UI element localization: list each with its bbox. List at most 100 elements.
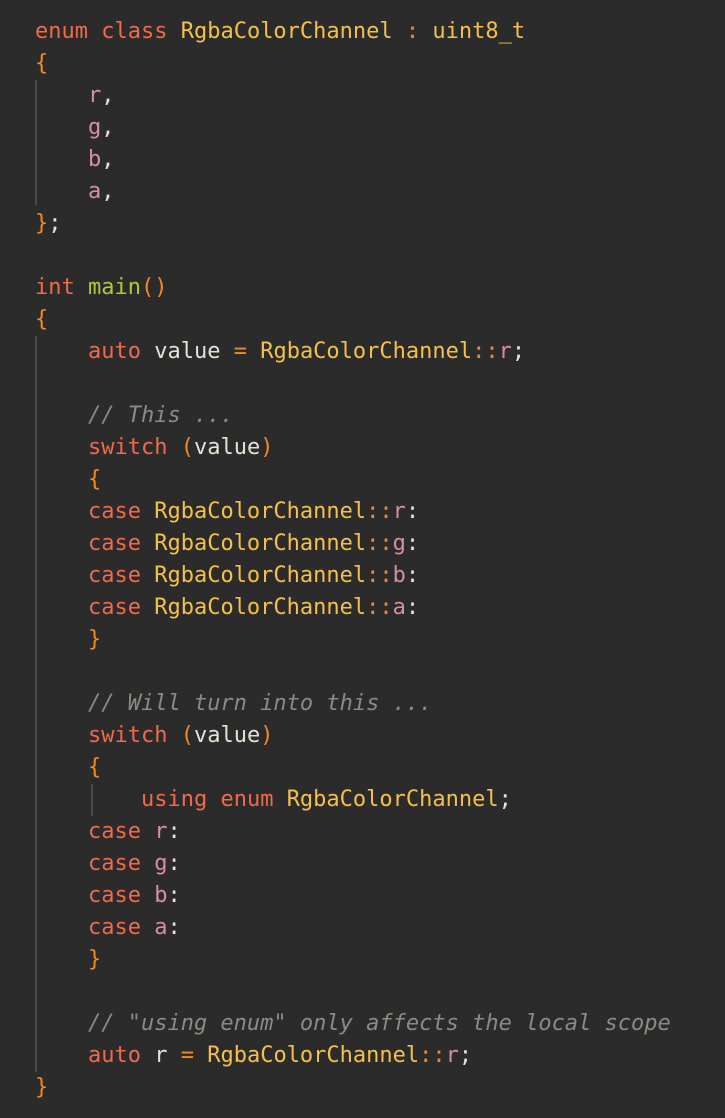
code-token: case: [87, 915, 141, 940]
code-line[interactable]: case RgbaColorChannel::b:: [35, 560, 419, 592]
code-line[interactable]: {: [35, 48, 48, 80]
code-token: r: [154, 819, 168, 844]
code-line[interactable]: int main(): [35, 272, 167, 304]
code-editor[interactable]: enum class RgbaColorChannel : uint8_t { r…: [0, 0, 725, 1118]
code-line[interactable]: auto value = RgbaColorChannel::r;: [35, 336, 525, 368]
code-line[interactable]: case RgbaColorChannel::a:: [35, 592, 419, 624]
code-token: :: [167, 915, 181, 940]
code-line[interactable]: enum class RgbaColorChannel : uint8_t: [35, 16, 525, 48]
code-token: (: [180, 723, 194, 748]
code-line[interactable]: };: [35, 208, 62, 240]
code-line[interactable]: g,: [35, 112, 115, 144]
code-token: RgbaColorChannel: [260, 339, 473, 364]
code-token: }: [35, 1075, 49, 1100]
code-line[interactable]: // This ...: [35, 400, 234, 432]
code-token: :: [167, 851, 181, 876]
code-token: RgbaColorChannel: [154, 595, 367, 620]
code-token: value: [154, 339, 221, 364]
code-line[interactable]: {: [35, 304, 48, 336]
code-token: }: [87, 947, 102, 972]
code-token: g: [392, 531, 406, 556]
code-token: :: [405, 19, 420, 44]
code-line[interactable]: {: [35, 752, 101, 784]
code-line[interactable]: case g:: [35, 848, 181, 880]
code-token: RgbaColorChannel: [286, 787, 499, 812]
code-line[interactable]: case r:: [35, 816, 181, 848]
code-token: {: [35, 307, 49, 332]
code-line[interactable]: case RgbaColorChannel::r:: [35, 496, 419, 528]
code-token: a: [154, 915, 168, 940]
code-token: }: [35, 211, 49, 236]
code-token: using: [140, 787, 208, 812]
code-token: class: [101, 19, 168, 44]
code-token: ::: [366, 499, 393, 524]
code-line[interactable]: b,: [35, 144, 115, 176]
code-token: ;: [498, 787, 512, 812]
code-token: g: [87, 115, 102, 140]
code-line[interactable]: case RgbaColorChannel::g:: [35, 528, 419, 560]
code-line[interactable]: }: [35, 1072, 48, 1104]
code-token: b: [392, 563, 406, 588]
code-token: enum: [35, 19, 88, 44]
code-line[interactable]: // "using enum" only affects the local s…: [35, 1008, 671, 1040]
code-line[interactable]: {: [35, 464, 101, 496]
code-token: RgbaColorChannel: [154, 563, 367, 588]
code-line[interactable]: case b:: [35, 880, 181, 912]
code-token: case: [87, 819, 141, 844]
code-token: auto: [87, 339, 141, 364]
code-token: :: [405, 563, 420, 588]
code-line[interactable]: using enum RgbaColorChannel;: [35, 784, 512, 816]
code-line[interactable]: // Will turn into this ...: [35, 688, 432, 720]
code-token: ::: [366, 531, 393, 556]
code-token: ;: [48, 211, 62, 236]
code-token: {: [87, 467, 102, 492]
code-line[interactable]: case a:: [35, 912, 181, 944]
code-token: ::: [419, 1043, 446, 1068]
code-token: RgbaColorChannel: [207, 1043, 420, 1068]
code-token: ;: [458, 1043, 473, 1068]
code-line[interactable]: }: [35, 944, 101, 976]
code-line[interactable]: switch (value): [35, 720, 273, 752]
code-token: =: [233, 339, 247, 364]
code-line[interactable]: auto r = RgbaColorChannel::r;: [35, 1040, 472, 1072]
code-token: ,: [101, 115, 115, 140]
code-line[interactable]: r,: [35, 80, 115, 112]
code-token: RgbaColorChannel: [180, 19, 393, 44]
code-token: ): [260, 723, 274, 748]
code-token: RgbaColorChannel: [154, 499, 367, 524]
code-token: value: [193, 435, 261, 460]
code-token: a: [392, 595, 406, 620]
code-token: r: [445, 1043, 459, 1068]
code-token: case: [87, 883, 141, 908]
code-token: :: [167, 883, 181, 908]
code-line[interactable]: switch (value): [35, 432, 273, 464]
code-token: =: [180, 1043, 194, 1068]
code-token: ,: [101, 147, 115, 172]
code-token: :: [405, 595, 420, 620]
code-line[interactable]: a,: [35, 176, 115, 208]
code-line[interactable]: }: [35, 624, 101, 656]
